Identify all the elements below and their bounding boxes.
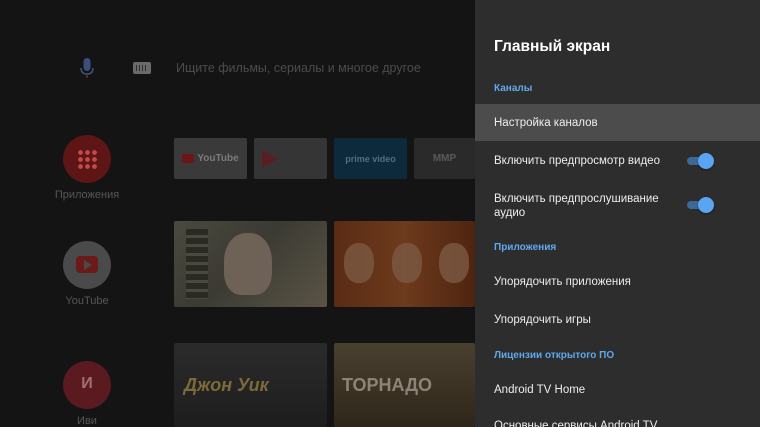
ivi-mark: И — [81, 375, 93, 392]
android-tv-home-item[interactable]: Android TV Home — [475, 374, 760, 406]
microphone-icon[interactable] — [79, 58, 95, 80]
section-header-channels: Каналы — [494, 83, 533, 94]
video-preview-item[interactable]: Включить предпросмотр видео — [475, 143, 760, 179]
play-movies-icon — [262, 150, 278, 168]
ivi-app[interactable]: И Иви — [50, 361, 124, 427]
search-input[interactable]: Ищите фильмы, сериалы и многое другое — [176, 61, 421, 75]
audio-preview-label: Включить предпрослушивание аудио — [494, 193, 659, 219]
panel-title: Главный экран — [494, 38, 611, 55]
audio-preview-item[interactable]: Включить предпрослушивание аудио — [475, 192, 760, 232]
android-tv-home-label: Android TV Home — [494, 384, 586, 396]
video-preview-label: Включить предпросмотр видео — [494, 155, 660, 167]
section-header-apps: Приложения — [494, 242, 557, 253]
movie-title: ТОРНАДО — [342, 375, 433, 395]
home-screen-settings-panel: Главный экран Каналы Настройка каналов В… — [475, 0, 760, 427]
sort-games-item[interactable]: Упорядочить игры — [475, 304, 760, 336]
keyboard-icon[interactable] — [133, 62, 151, 74]
channel-tile-google-play[interactable] — [254, 138, 327, 179]
tile-youtube-text: YouTube — [197, 153, 239, 164]
section-header-licenses: Лицензии открытого ПО — [494, 350, 615, 361]
youtube-play-icon — [63, 241, 111, 289]
tile-mmp-text: MMP — [432, 153, 457, 164]
tile-prime-text: prime video — [345, 153, 396, 164]
sort-apps-label: Упорядочить приложения — [494, 276, 631, 288]
apps-label: Приложения — [54, 189, 120, 201]
ivi-label: Иви — [77, 415, 97, 427]
core-services-item[interactable]: Основные сервисы Android TV — [475, 419, 760, 427]
video-preview-tile[interactable] — [174, 221, 327, 307]
channel-tile-mmp[interactable]: MMP — [414, 138, 475, 179]
youtube-app[interactable]: YouTube — [50, 241, 124, 307]
apps-grid-icon — [63, 135, 111, 183]
apps-launcher[interactable]: Приложения — [50, 135, 124, 201]
channel-tile-youtube[interactable]: YouTube — [174, 138, 247, 179]
sort-apps-item[interactable]: Упорядочить приложения — [475, 266, 760, 298]
video-preview-toggle[interactable] — [687, 153, 714, 169]
core-services-label: Основные сервисы Android TV — [494, 420, 658, 427]
video-preview-tile[interactable] — [334, 221, 475, 307]
youtube-logo-icon — [182, 154, 195, 163]
movie-title: Джон Уик — [184, 375, 269, 395]
ivi-logo-icon: И — [63, 361, 111, 409]
sort-games-label: Упорядочить игры — [494, 314, 591, 326]
audio-preview-toggle[interactable] — [687, 197, 714, 213]
channel-setup-item[interactable]: Настройка каналов — [475, 104, 760, 141]
channel-setup-label: Настройка каналов — [494, 116, 598, 129]
channel-tile-prime-video[interactable]: prime video — [334, 138, 407, 179]
movie-tile[interactable]: ТОРНАДО — [334, 343, 475, 427]
youtube-label: YouTube — [65, 295, 109, 307]
movie-tile[interactable]: Джон Уик — [174, 343, 327, 427]
